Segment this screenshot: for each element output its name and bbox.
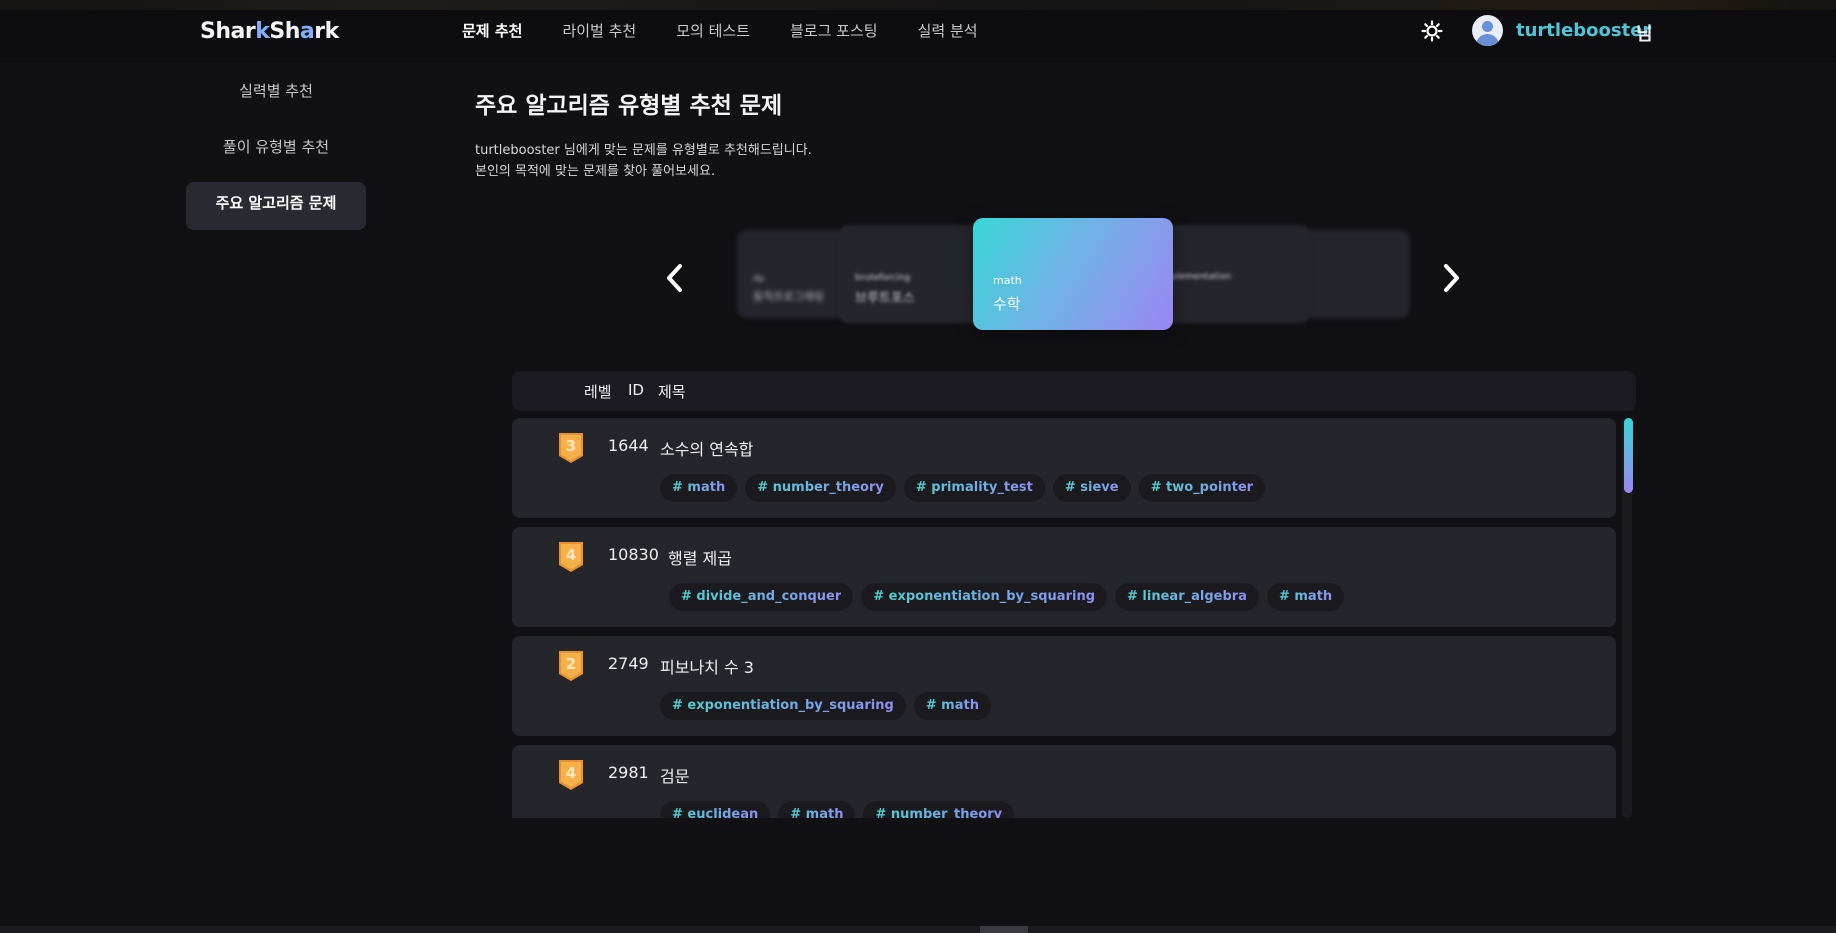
username[interactable]: turtlebooster — [1516, 20, 1651, 41]
tag-chip[interactable]: # divide_and_conquer — [669, 583, 854, 611]
level-badge-icon: 4 — [559, 760, 583, 790]
description-line-1: turtlebooster 님에게 맞는 문제를 유형별로 추천해드립니다. — [475, 143, 812, 158]
level-badge-icon: 2 — [559, 651, 583, 681]
tag-chip[interactable]: # math — [778, 801, 856, 818]
page-horizontal-scrollbar-thumb[interactable] — [980, 926, 1028, 933]
carousel-card-implementation[interactable]: implementation — [1160, 225, 1310, 323]
nav-skill-analysis[interactable]: 실력 분석 — [918, 20, 978, 41]
tag-chip[interactable]: # exponentiation_by_squaring — [861, 583, 1108, 611]
tag-list: # euclidean # math # number_theory — [660, 801, 1015, 818]
tag-chip[interactable]: # linear_algebra — [1115, 583, 1259, 611]
problem-table-header: 레벨 ID 제목 — [512, 371, 1636, 411]
level-number: 4 — [566, 764, 576, 782]
chevron-left-icon — [667, 264, 682, 292]
problem-list: 3 1644 소수의 연속합 # math # number_theory # … — [512, 418, 1616, 818]
main-nav: 문제 추천 라이벌 추천 모의 테스트 블로그 포스팅 실력 분석 — [462, 20, 1018, 41]
problem-row[interactable]: 4 2981 검문 # euclidean # math # number_th… — [512, 745, 1616, 818]
list-scrollbar-thumb[interactable] — [1624, 418, 1633, 493]
sun-icon — [1421, 20, 1443, 42]
problem-row[interactable]: 2 2749 피보나치 수 3 # exponentiation_by_squa… — [512, 636, 1616, 736]
sidebar-item-skill-recommend[interactable]: 실력별 추천 — [186, 70, 366, 118]
page-title: 주요 알고리즘 유형별 추천 문제 — [475, 93, 783, 119]
card-en-label: math — [993, 274, 1022, 287]
sidebar: 실력별 추천 풀이 유형별 추천 주요 알고리즘 문제 — [186, 70, 366, 238]
card-ko-label: 브루트포스 — [855, 291, 915, 306]
tag-chip[interactable]: # math — [1266, 583, 1345, 611]
tag-list: # divide_and_conquer # exponentiation_by… — [669, 583, 1345, 611]
level-number: 4 — [566, 546, 576, 564]
carousel-card-bruteforcing[interactable]: bruteforcing 브루트포스 — [839, 225, 989, 323]
carousel-prev-button[interactable] — [660, 258, 690, 298]
nav-rival-recommend[interactable]: 라이벌 추천 — [562, 20, 636, 41]
chevron-right-icon — [1444, 264, 1459, 292]
logo-text-4: a — [299, 19, 315, 44]
carousel-card-math-active[interactable]: math 수학 — [973, 218, 1173, 330]
problem-id[interactable]: 2749 — [608, 654, 649, 673]
username-honorific: 님 — [1636, 24, 1653, 45]
avatar-head-shape — [1482, 21, 1493, 32]
tag-chip[interactable]: # sieve — [1052, 474, 1131, 502]
problem-title[interactable]: 행렬 제곱 — [668, 545, 732, 569]
logo-text-1: Shar — [200, 19, 256, 44]
page-horizontal-scrollbar[interactable] — [0, 926, 1836, 933]
tag-chip[interactable]: # math — [660, 474, 738, 502]
sharkshark-logo[interactable]: SharkShark — [200, 19, 339, 44]
problem-id[interactable]: 1644 — [608, 436, 649, 455]
nav-problem-recommend[interactable]: 문제 추천 — [462, 20, 522, 41]
avatar-body-shape — [1476, 34, 1499, 46]
logo-text-5: rk — [314, 19, 339, 44]
problem-title[interactable]: 검문 — [660, 763, 689, 787]
carousel-next-button[interactable] — [1436, 258, 1466, 298]
logo-text-3: Sh — [269, 19, 300, 44]
top-navigation-bar: SharkShark 문제 추천 라이벌 추천 모의 테스트 블로그 포스팅 실… — [0, 0, 1836, 62]
tag-chip[interactable]: # number_theory — [863, 801, 1015, 818]
user-avatar[interactable] — [1472, 15, 1503, 46]
sidebar-item-major-algorithm[interactable]: 주요 알고리즘 문제 — [186, 182, 366, 230]
level-badge-icon: 3 — [559, 433, 583, 463]
problem-row[interactable]: 3 1644 소수의 연속합 # math # number_theory # … — [512, 418, 1616, 518]
column-header-id: ID — [628, 381, 644, 399]
card-en-label: dp — [753, 274, 765, 284]
card-ko-label: 수학 — [993, 295, 1021, 313]
page-description: turtlebooster 님에게 맞는 문제를 유형별로 추천해드립니다. 본… — [475, 140, 812, 182]
topbar-background-strip — [0, 0, 1836, 10]
tag-chip[interactable]: # euclidean — [660, 801, 771, 818]
tag-chip[interactable]: # two_pointer — [1138, 474, 1266, 502]
theme-toggle-button[interactable] — [1420, 19, 1444, 43]
level-number: 2 — [566, 655, 576, 673]
problem-title[interactable]: 피보나치 수 3 — [660, 654, 754, 678]
card-ko-label: 동적프로그래밍 — [753, 290, 824, 303]
level-badge-icon: 4 — [559, 542, 583, 572]
column-header-title: 제목 — [658, 383, 686, 401]
level-number: 3 — [566, 437, 576, 455]
problem-row[interactable]: 4 10830 행렬 제곱 # divide_and_conquer # exp… — [512, 527, 1616, 627]
nav-mock-test[interactable]: 모의 테스트 — [676, 20, 750, 41]
problem-title[interactable]: 소수의 연속합 — [660, 436, 753, 460]
tag-list: # math # number_theory # primality_test … — [660, 474, 1266, 502]
card-en-label: bruteforcing — [855, 273, 911, 283]
tag-chip[interactable]: # math — [913, 692, 991, 720]
problem-id[interactable]: 10830 — [608, 545, 659, 564]
tag-chip[interactable]: # exponentiation_by_squaring — [660, 692, 906, 720]
problem-id[interactable]: 2981 — [608, 763, 649, 782]
tag-chip[interactable]: # primality_test — [903, 474, 1045, 502]
column-header-level: 레벨 — [584, 383, 612, 401]
tag-chip[interactable]: # number_theory — [745, 474, 896, 502]
sidebar-item-type-recommend[interactable]: 풀이 유형별 추천 — [186, 126, 366, 174]
logo-text-2: k — [255, 19, 270, 44]
description-line-2: 본인의 목적에 맞는 문제를 찾아 풀어보세요. — [475, 164, 716, 179]
nav-blog-posting[interactable]: 블로그 포스팅 — [790, 20, 878, 41]
tag-list: # exponentiation_by_squaring # math — [660, 692, 991, 720]
